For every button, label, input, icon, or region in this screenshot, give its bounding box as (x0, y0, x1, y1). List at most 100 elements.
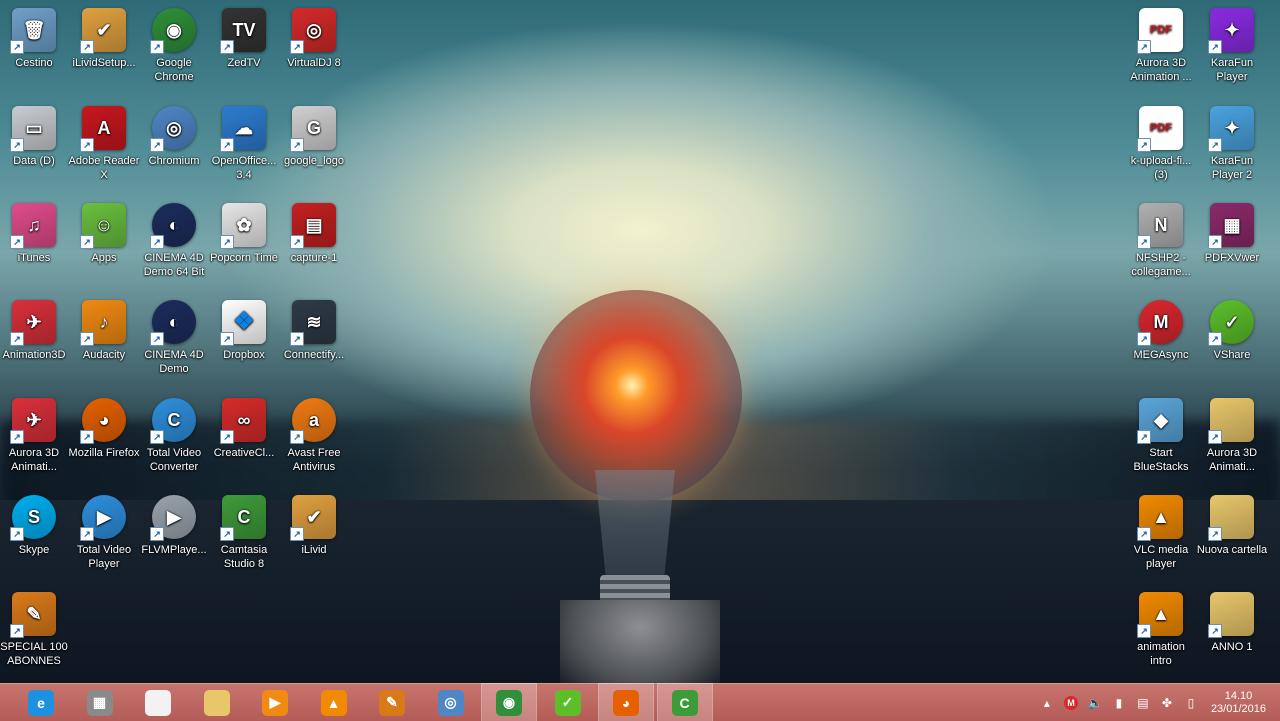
taskbar-button[interactable]: ▲ (307, 684, 361, 721)
taskbar-button[interactable]: ✎ (365, 684, 419, 721)
shortcut-arrow-icon: ↗ (80, 527, 94, 541)
desktop-shortcut[interactable]: ▶ ↗ FLVMPlaye... (138, 489, 210, 557)
nfs-icon: N ↗ (1137, 203, 1183, 249)
desktop-shortcut[interactable]: ✎ ↗ SPECIAL 100 ABONNES (0, 586, 70, 668)
desktop-shortcut[interactable]: ✈ ↗ Aurora 3D Animati... (0, 392, 70, 474)
chrome-icon: ◉ (496, 689, 522, 716)
desktop-shortcut[interactable]: ✈ ↗ Animation3D (0, 294, 70, 362)
icon-glyph: ▤ (305, 215, 323, 235)
icon-glyph: 🗑 (22, 20, 46, 40)
shortcut-label: FLVMPlaye... (141, 544, 207, 556)
taskbar: e ▦ ▶ ▲ ✎ ◎ ◉ ✓ ◕ C ▴ M 🔈 ▮ ▤ ✤ ▯ 14.10 23/01/201… (0, 683, 1280, 721)
desktop-shortcut[interactable]: ☺ ↗ Apps (68, 197, 140, 265)
desktop-shortcut[interactable]: ↗ ANNO 1 (1196, 586, 1268, 654)
desktop-shortcut[interactable]: ◕ ↗ Mozilla Firefox (68, 392, 140, 460)
shortcut-arrow-icon: ↗ (10, 40, 24, 54)
battery-icon[interactable]: ▯ (1184, 696, 1198, 710)
desktop-shortcut[interactable]: TV ↗ ZedTV (208, 2, 280, 70)
signal-icon[interactable]: ▮ (1112, 696, 1126, 710)
shortcut-label: VirtualDJ 8 (287, 57, 341, 69)
shortcut-label: KaraFun Player 2 (1210, 155, 1254, 181)
desktop-shortcut[interactable]: ▶ ↗ Total Video Player (68, 489, 140, 571)
shortcut-label: OpenOffice... 3.4 (211, 155, 277, 181)
shortcut-arrow-icon: ↗ (150, 235, 164, 249)
shortcut-label: Total Video Converter (146, 447, 202, 473)
desktop-shortcut[interactable]: PDF ↗ Aurora 3D Animation ... (1125, 2, 1197, 84)
desktop-shortcut[interactable]: ◐ ↗ CINEMA 4D Demo (138, 294, 210, 376)
shortcut-label: Skype (18, 544, 50, 556)
icon-glyph: TV (232, 20, 256, 40)
desktop-shortcut[interactable]: S ↗ Skype (0, 489, 70, 557)
taskbar-button[interactable] (131, 684, 185, 721)
desktop-shortcut[interactable]: ◆ ↗ Start BlueStacks (1125, 392, 1197, 474)
icon-glyph: ◆ (1154, 410, 1168, 430)
icon-glyph: a (308, 410, 319, 430)
desktop-shortcut[interactable]: ↗ Aurora 3D Animati... (1196, 392, 1268, 474)
desktop-shortcut[interactable]: ∞ ↗ CreativeCl... (208, 392, 280, 460)
desktop-shortcut[interactable]: ♫ ↗ iTunes (0, 197, 70, 265)
desktop-shortcut[interactable]: ✓ ↗ VShare (1196, 294, 1268, 362)
taskbar-button[interactable]: ✓ (541, 684, 595, 721)
desktop-shortcut[interactable]: M ↗ MEGAsync (1125, 294, 1197, 362)
desktop-shortcut[interactable]: ▤ ↗ capture-1 (278, 197, 350, 265)
desktop-shortcut[interactable]: ◎ ↗ VirtualDJ 8 (278, 2, 350, 70)
desktop-shortcut[interactable]: ▭ ↗ Data (D) (0, 100, 70, 168)
taskbar-button[interactable]: e (14, 684, 68, 721)
aurora3d-icon: ✈ ↗ (10, 398, 56, 444)
bluestacks-tray-icon[interactable]: ✤ (1160, 696, 1174, 710)
shortcut-label: Dropbox (223, 349, 265, 361)
shortcut-arrow-icon: ↗ (1137, 40, 1151, 54)
desktop-shortcut[interactable]: N ↗ NFSHP2 - collegame... (1125, 197, 1197, 279)
icon-glyph: ✦ (1224, 118, 1240, 138)
desktop-shortcut[interactable]: ≋ ↗ Connectify... (278, 294, 350, 362)
desktop-shortcut[interactable]: ✔ ↗ iLivid (278, 489, 350, 557)
mega-icon[interactable]: M (1063, 695, 1078, 710)
taskbar-button[interactable]: ▶ (248, 684, 302, 721)
chevron-up-icon[interactable]: ▴ (1040, 696, 1054, 710)
desktop-shortcut[interactable]: ☁ ↗ OpenOffice... 3.4 (208, 100, 280, 182)
desktop-shortcut[interactable]: ◐ ↗ CINEMA 4D Demo 64 Bit (138, 197, 210, 279)
taskbar-button[interactable] (190, 684, 244, 721)
network-icon[interactable]: ▤ (1136, 696, 1150, 710)
animation3d-icon: ✈ ↗ (10, 300, 56, 346)
taskbar-button[interactable]: ▦ (73, 684, 127, 721)
desktop-shortcut[interactable]: ❖ ↗ Dropbox (208, 294, 280, 362)
desktop-shortcut[interactable]: ▲ ↗ animation intro (1125, 586, 1197, 668)
desktop-shortcut[interactable]: ◎ ↗ Chromium (138, 100, 210, 168)
desktop-shortcut[interactable]: ◉ ↗ Google Chrome (138, 2, 210, 84)
desktop-shortcut[interactable]: ♪ ↗ Audacity (68, 294, 140, 362)
icon-glyph: ✈ (26, 410, 42, 430)
shortcut-arrow-icon: ↗ (10, 624, 24, 638)
total-video-player-icon: ▶ ↗ (80, 495, 126, 541)
speaker-icon[interactable]: 🔈 (1087, 696, 1102, 710)
video-tool-icon: ✎ ↗ (10, 592, 56, 638)
desktop-shortcut[interactable]: A ↗ Adobe Reader X (68, 100, 140, 182)
shortcut-arrow-icon: ↗ (80, 430, 94, 444)
internet-explorer-icon: e (28, 689, 54, 716)
firefox-icon: ◕ ↗ (80, 398, 126, 444)
desktop-shortcut[interactable]: ✿ ↗ Popcorn Time (208, 197, 280, 265)
shortcut-label: Popcorn Time (210, 252, 278, 264)
icon-glyph: ≋ (306, 312, 322, 332)
icon-glyph: ∞ (237, 410, 251, 430)
desktop-shortcut[interactable]: ▦ ↗ PDFXVwer (1196, 197, 1268, 265)
desktop-shortcut[interactable]: C ↗ Total Video Converter (138, 392, 210, 474)
taskbar-button[interactable]: ◕ (598, 683, 654, 721)
desktop-shortcut[interactable]: 🗑 ↗ Cestino (0, 2, 70, 70)
desktop-shortcut[interactable]: a ↗ Avast Free Antivirus (278, 392, 350, 474)
desktop-shortcut[interactable]: ✦ ↗ KaraFun Player (1196, 2, 1268, 84)
taskbar-button[interactable]: C (656, 683, 713, 721)
clock[interactable]: 14.10 23/01/2016 (1211, 690, 1266, 716)
desktop-shortcut[interactable]: PDF ↗ k-upload-fi... (3) (1125, 100, 1197, 182)
cinema4d-icon: ◐ ↗ (150, 300, 196, 346)
desktop-shortcut[interactable]: C ↗ Camtasia Studio 8 (208, 489, 280, 571)
taskbar-button[interactable]: ◎ (424, 684, 478, 721)
desktop-shortcut[interactable]: ↗ Nuova cartella (1196, 489, 1268, 557)
desktop-shortcut[interactable]: ▲ ↗ VLC media player (1125, 489, 1197, 571)
icon-glyph: ▦ (1223, 215, 1241, 235)
desktop-shortcut[interactable]: G ↗ google_logo (278, 100, 350, 168)
shortcut-arrow-icon: ↗ (220, 527, 234, 541)
desktop-shortcut[interactable]: ✦ ↗ KaraFun Player 2 (1196, 100, 1268, 182)
desktop-shortcut[interactable]: ✔ ↗ iLividSetup... (68, 2, 140, 70)
taskbar-button[interactable]: ◉ (481, 683, 537, 721)
